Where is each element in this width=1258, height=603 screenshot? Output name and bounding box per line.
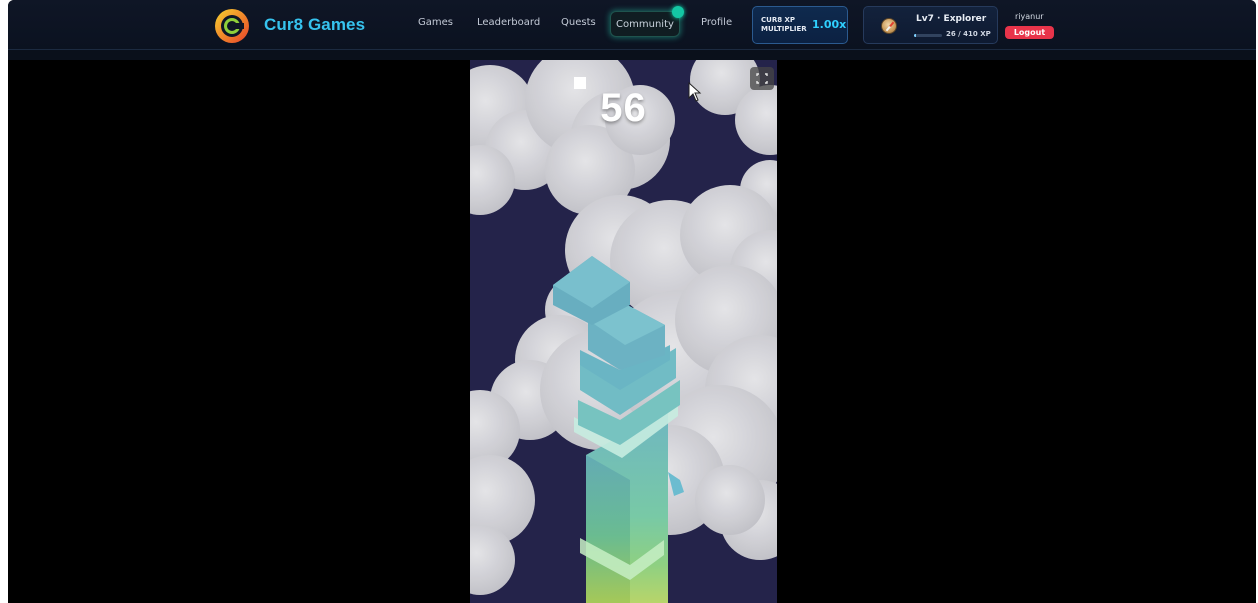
notification-dot xyxy=(672,6,684,18)
xp-count: 26 / 410 XP xyxy=(946,30,991,38)
xp-multiplier-value: 1.00x xyxy=(812,18,847,31)
nav-games[interactable]: Games xyxy=(418,17,453,28)
top-navigation-bar: Cur8 Games Games Leaderboard Quests Comm… xyxy=(8,0,1256,50)
username: riyanur xyxy=(1015,12,1044,21)
nav-community[interactable]: Community xyxy=(610,11,680,37)
nav-leaderboard[interactable]: Leaderboard xyxy=(477,17,540,28)
game-scene xyxy=(470,60,777,603)
brand-name[interactable]: Cur8 Games xyxy=(264,15,365,35)
nav-profile[interactable]: Profile xyxy=(701,17,732,28)
game-canvas[interactable]: 56 xyxy=(470,60,777,603)
xp-multiplier-card[interactable]: CUR8 XP MULTIPLIER 1.00x xyxy=(752,6,848,44)
fullscreen-icon[interactable] xyxy=(750,67,774,90)
compass-icon xyxy=(881,18,897,34)
xp-multiplier-label: CUR8 XP MULTIPLIER xyxy=(761,16,807,33)
xp-progress-bar xyxy=(914,34,942,37)
cur8-logo-icon[interactable] xyxy=(214,8,250,44)
nav-quests[interactable]: Quests xyxy=(561,17,596,28)
level-card[interactable]: Lv7 · Explorer 26 / 410 XP xyxy=(863,6,998,44)
nav-divider xyxy=(8,50,1256,60)
logout-button[interactable]: Logout xyxy=(1005,26,1054,39)
mouse-cursor-icon xyxy=(688,82,702,102)
score-counter: 56 xyxy=(600,86,647,130)
level-label: Lv7 · Explorer xyxy=(916,14,987,24)
